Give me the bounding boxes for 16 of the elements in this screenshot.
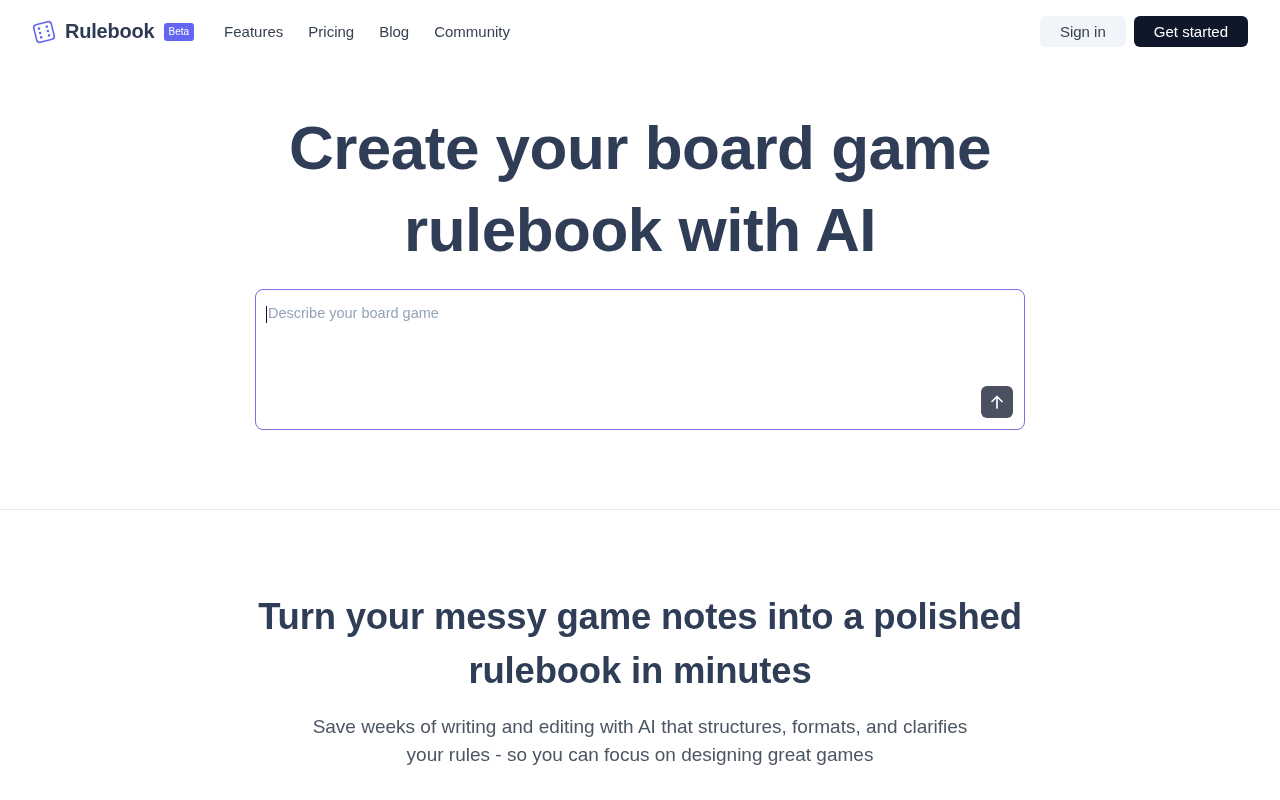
sign-in-button[interactable]: Sign in [1039, 16, 1126, 47]
prompt-field[interactable]: Describe your board game [255, 289, 1025, 430]
section-description: Save weeks of writing and editing with AI that structures, formats, and clarifies your rules - so you can focus on designing great games [311, 715, 969, 767]
hero-title: Create your board game rulebook with AI [287, 112, 993, 266]
nav-link[interactable]: Community [434, 23, 511, 40]
nav-link[interactable]: Blog [379, 23, 410, 40]
beta-tag: Beta [163, 22, 195, 41]
text-cursor [266, 306, 267, 323]
nav-link[interactable]: Features [224, 23, 284, 40]
arrow-up-icon [989, 394, 1005, 410]
nav-link[interactable]: Pricing [308, 23, 355, 40]
brand-name[interactable]: Rulebook [65, 20, 155, 43]
dice-icon [32, 19, 56, 44]
send-button[interactable] [981, 386, 1013, 418]
section-title: Turn your messy game notes into a polished rulebook in minutes [257, 595, 1023, 693]
get-started-button[interactable]: Get started [1133, 16, 1248, 47]
